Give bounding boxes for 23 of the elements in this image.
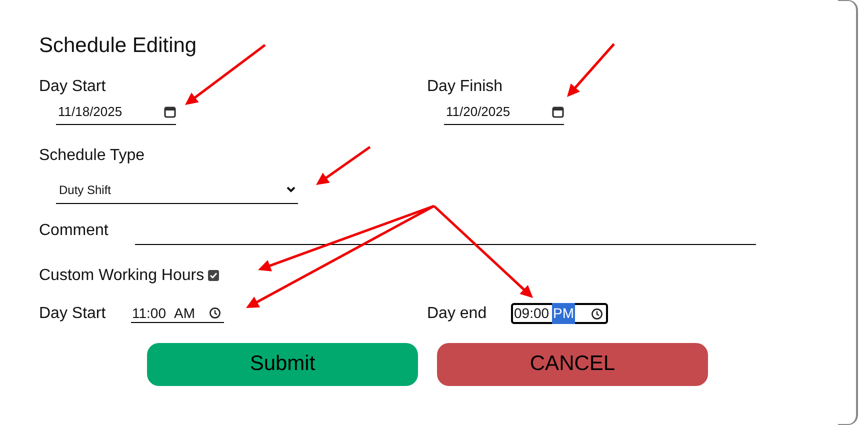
time-field[interactable]: 09:00 PM (511, 303, 608, 324)
checkbox[interactable] (208, 270, 220, 281)
chevron-down-icon (286, 186, 296, 193)
field-label: Schedule Type (39, 146, 145, 166)
select-field[interactable]: Duty Shift (56, 180, 298, 204)
dialog-title: Schedule Editing (39, 34, 198, 58)
submit-button[interactable]: Submit (147, 342, 418, 386)
field-label: Day end (427, 304, 488, 324)
date-field[interactable]: 11/18/2025 (56, 102, 176, 124)
clock-icon[interactable] (591, 308, 603, 320)
checkbox-label: Custom Working Hours (39, 266, 204, 286)
time-field[interactable]: 11:00 AM (131, 304, 224, 323)
annotation-arrow (567, 43, 615, 97)
clock-icon[interactable] (209, 307, 221, 319)
field-label: Day Start (39, 77, 107, 97)
calendar-icon[interactable] (552, 106, 564, 118)
calendar-icon[interactable] (164, 106, 176, 118)
field-label: Day Finish (427, 77, 504, 97)
date-field[interactable]: 11/20/2025 (444, 102, 564, 124)
annotation-arrow (316, 146, 371, 185)
field-label: Comment (39, 220, 110, 240)
cancel-button[interactable]: CANCEL (437, 342, 708, 386)
field-label: Day Start (39, 304, 107, 324)
